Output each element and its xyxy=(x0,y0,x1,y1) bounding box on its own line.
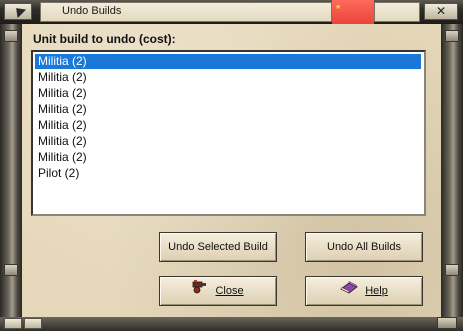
undo-selected-build-button[interactable]: Undo Selected Build xyxy=(159,232,277,262)
list-item[interactable]: Militia (2) xyxy=(35,102,421,117)
bottom-left-button[interactable] xyxy=(4,318,22,329)
rail-knob xyxy=(445,264,459,276)
window-menu-button[interactable] xyxy=(4,3,32,20)
close-label: Close xyxy=(215,285,244,298)
window-close-button[interactable]: ✕ xyxy=(424,3,458,20)
rail-knob xyxy=(4,30,18,42)
bottom-rail xyxy=(0,317,463,331)
rail-knob xyxy=(4,264,18,276)
help-button[interactable]: Help xyxy=(305,276,423,306)
list-item[interactable]: Militia (2) xyxy=(35,134,421,149)
flag-icon: ★ xyxy=(335,3,342,11)
list-item[interactable]: Pilot (2) xyxy=(35,166,421,181)
title-plate-right xyxy=(374,2,420,22)
close-icon: ✕ xyxy=(436,4,447,18)
undo-all-builds-label: Undo All Builds xyxy=(327,241,401,254)
undo-all-builds-button[interactable]: Undo All Builds xyxy=(305,232,423,262)
undo-selected-build-label: Undo Selected Build xyxy=(168,241,268,254)
list-item[interactable]: Militia (2) xyxy=(35,150,421,165)
list-label: Unit build to undo (cost): xyxy=(33,32,176,46)
list-item[interactable]: Militia (2) xyxy=(35,118,421,133)
right-rail xyxy=(441,24,463,319)
help-label: Help xyxy=(365,285,388,298)
bottom-left-button-2[interactable] xyxy=(24,318,42,329)
resize-grip[interactable] xyxy=(437,317,457,329)
list-item[interactable]: Militia (2) xyxy=(35,70,421,85)
list-item[interactable]: Militia (2) xyxy=(35,86,421,101)
close-button[interactable]: Close xyxy=(159,276,277,306)
flag-button[interactable]: ★ xyxy=(332,0,374,24)
cannon-icon xyxy=(192,277,208,305)
window-title: Undo Builds xyxy=(62,5,122,17)
list-item[interactable]: Militia (2) xyxy=(35,54,421,69)
title-bar[interactable]: Undo Builds ★ ✕ xyxy=(0,0,463,24)
left-rail xyxy=(0,24,22,319)
rail-knob xyxy=(445,30,459,42)
book-icon xyxy=(340,277,358,305)
unit-build-list[interactable]: Militia (2) Militia (2) Militia (2) Mili… xyxy=(31,50,426,216)
corner-arrow-icon xyxy=(11,3,27,19)
